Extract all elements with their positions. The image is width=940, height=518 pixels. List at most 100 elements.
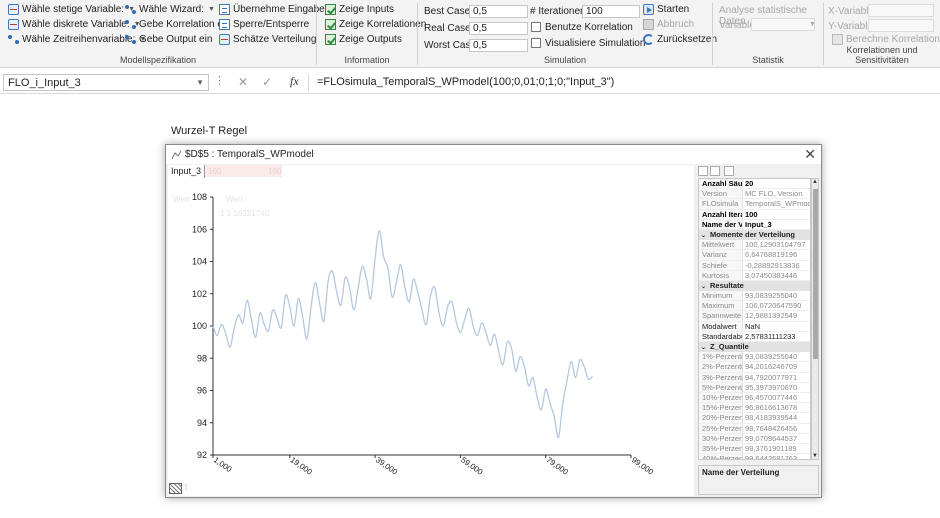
real-case-label: Real Case:: [424, 23, 474, 34]
scroll-up-icon[interactable]: ▲: [812, 179, 818, 185]
group-title: Modellspezifikation: [119, 55, 197, 65]
zoom-icon[interactable]: [169, 483, 182, 494]
reset-button[interactable]: Zurücksetzen: [643, 34, 717, 45]
scrollbar-thumb[interactable]: [813, 189, 818, 359]
y-tick-label: 92: [197, 450, 207, 460]
property-row[interactable]: Anzahl Säulen20: [699, 179, 810, 190]
estimate-distribution-button[interactable]: Schätze Verteilung: [219, 34, 316, 45]
enter-output-button[interactable]: Gebe Output ein: [125, 34, 212, 45]
show-correlations-button[interactable]: Zeige Korrelationen: [325, 19, 426, 30]
resize-handle-icon[interactable]: ⁞: [185, 483, 187, 492]
worst-case-input[interactable]: 0,5: [469, 39, 528, 52]
property-value: 93,0839255040: [745, 291, 798, 301]
property-row[interactable]: 1%-Perzentil 93,0839255040: [699, 352, 810, 363]
y-tick-label: 98: [197, 353, 207, 363]
property-scrollbar[interactable]: ▲ ▼: [811, 178, 819, 460]
property-category[interactable]: ⌄ Momente der Verteilung: [699, 229, 810, 241]
real-case-input[interactable]: 0,5: [469, 22, 528, 35]
property-row[interactable]: Minimum 93,0839255040: [699, 291, 810, 302]
property-toolbar: [696, 165, 821, 178]
property-value: 6,64768819196: [745, 250, 798, 260]
chevron-down-icon[interactable]: ⌄: [701, 282, 710, 291]
abort-button[interactable]: Abbruch: [643, 19, 694, 30]
property-value: 12,9881392549: [745, 311, 798, 321]
property-grid[interactable]: Anzahl Säulen20VersionMC FLO, VersionFLO…: [698, 178, 811, 460]
property-pages-icon[interactable]: [724, 166, 734, 176]
property-name: Mittelwert: [699, 240, 743, 250]
x-variable-input[interactable]: [868, 4, 934, 17]
property-row[interactable]: Anzahl Iterationen100: [699, 209, 810, 220]
property-name: Maximum: [699, 301, 743, 311]
y-tick-label: 100: [192, 321, 207, 331]
property-row[interactable]: 15%-Perzentil96,8616613678: [699, 403, 810, 414]
chevron-down-icon: ▼: [809, 21, 816, 28]
best-case-input[interactable]: 0,5: [469, 5, 528, 18]
property-row[interactable]: 25%-Perzentil98,7648426456: [699, 423, 810, 434]
property-value: 93,0839255040: [745, 352, 798, 362]
compute-icon: [832, 34, 843, 45]
property-row[interactable]: Maximum 106,0720647590: [699, 301, 810, 312]
property-row[interactable]: Varianz 6,64768819196: [699, 250, 810, 261]
chart-app-icon: [171, 150, 182, 160]
property-name: 1%-Perzentil: [699, 352, 743, 362]
name-box[interactable]: FLO_i_Input_3 ▼: [3, 74, 209, 91]
apply-input-button[interactable]: Übernehme Eingabe: [219, 4, 325, 15]
property-row[interactable]: 3%-Perzentil 94,7920077971: [699, 372, 810, 383]
close-icon[interactable]: ✕: [804, 146, 816, 163]
iterations-input[interactable]: 100: [582, 5, 640, 18]
property-row[interactable]: Mittelwert 100,12903104797: [699, 240, 810, 251]
cancel-icon[interactable]: ✕: [238, 75, 248, 89]
chevron-down-icon[interactable]: ⌄: [701, 343, 710, 352]
property-category[interactable]: ⌄ Resultate: [699, 280, 810, 292]
choose-wizard-button[interactable]: Wähle Wizard: ▼: [125, 4, 215, 15]
scroll-down-icon[interactable]: ▼: [812, 453, 818, 459]
group-title: Korrelationen und Sensitivitäten: [846, 45, 918, 65]
property-row[interactable]: Name der VerteilungInput_3: [699, 219, 810, 230]
property-row[interactable]: 35%-Perzentil99,3761901189: [699, 443, 810, 455]
group-statistik: Analyse statistische Daten Variable ▼ St…: [713, 0, 823, 68]
property-row[interactable]: 30%-Perzentil99,0709644537: [699, 433, 810, 444]
variable-dropdown[interactable]: [751, 18, 815, 31]
choose-continuous-variable-button[interactable]: Wähle stetige Variable: ▼: [8, 4, 135, 15]
chevron-down-icon[interactable]: ⌄: [701, 231, 710, 240]
lock-unlock-button[interactable]: Sperre/Entsperre: [219, 19, 309, 30]
property-value: 2,57831111233: [745, 331, 796, 341]
property-row[interactable]: Version MC FLO, Version: [699, 189, 810, 200]
categorized-sort-icon[interactable]: [698, 166, 708, 176]
inputs-icon: [325, 4, 336, 15]
use-correlation-checkbox[interactable]: [531, 22, 541, 32]
compute-correlations-button[interactable]: Berechne Korrelationen: [832, 34, 940, 45]
enter-correlation-button[interactable]: Gebe Korrelation ein: [125, 19, 231, 30]
visualize-simulation-checkbox[interactable]: [531, 38, 541, 48]
property-row[interactable]: FLOsimulaTemporalS_WPmodel: [699, 199, 810, 210]
property-category[interactable]: ⌄ Z_Quantile: [699, 342, 810, 353]
property-row[interactable]: 20%-Perzentil98,4183939544: [699, 413, 810, 424]
property-row[interactable]: Kurtosis 3,07450383446: [699, 270, 810, 281]
property-value: 96,8616613678: [745, 403, 798, 413]
property-name: Schiefe: [699, 260, 743, 270]
formula-input[interactable]: =FLOsimula_TemporalS_WPmodel(100;0,01;0;…: [308, 74, 940, 91]
property-row[interactable]: Schiefe -0,28892913836: [699, 260, 810, 271]
property-row[interactable]: 2%-Perzentil 94,2016246709: [699, 362, 810, 373]
start-button[interactable]: Starten: [643, 4, 689, 15]
property-value: 95,3973970670: [745, 382, 798, 392]
property-row[interactable]: 5%-Perzentil 95,3973970670: [699, 382, 810, 393]
property-row[interactable]: Spannweite 12,9881392549: [699, 311, 810, 322]
property-row[interactable]: 40%-Perzentil99,6442681763: [699, 454, 810, 459]
y-variable-input[interactable]: [868, 19, 934, 32]
y-tick-label: 102: [192, 289, 207, 299]
function-icon[interactable]: fx: [290, 74, 299, 89]
choose-discrete-variable-button[interactable]: Wähle diskrete Variable: ▼: [8, 19, 141, 30]
sheet-cell-title[interactable]: Wurzel-T Regel: [171, 125, 247, 137]
property-row[interactable]: Modalwert NaN: [699, 321, 810, 332]
property-name: Anzahl Iterationen: [699, 209, 743, 219]
alphabetical-sort-icon[interactable]: [710, 166, 720, 176]
y-tick-label: 94: [197, 418, 207, 428]
correlation-icon: [125, 19, 136, 30]
property-row[interactable]: 10%-Perzentil96,4570077446: [699, 392, 810, 404]
property-row[interactable]: Standardabweichung2,57831111233: [699, 331, 810, 342]
show-inputs-button[interactable]: Zeige Inputs: [325, 4, 394, 15]
show-outputs-button[interactable]: Zeige Outputs: [325, 34, 402, 45]
confirm-icon[interactable]: ✓: [262, 75, 272, 89]
window-titlebar[interactable]: $D$5 : TemporalS_WPmodel ✕: [166, 145, 821, 164]
